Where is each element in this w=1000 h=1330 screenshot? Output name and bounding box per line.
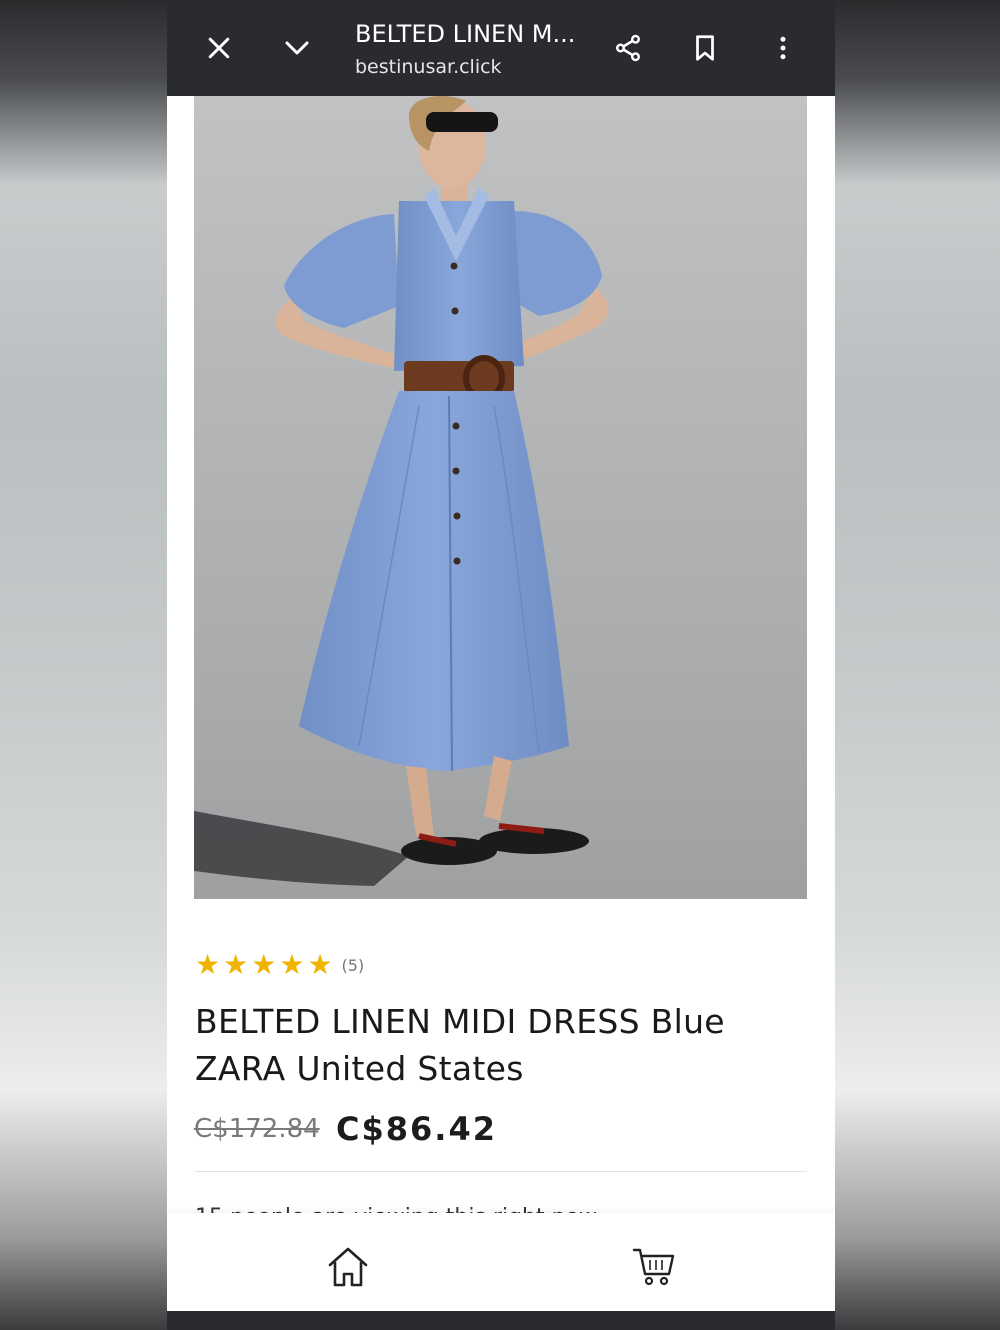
product-title: BELTED LINEN MIDI DRESS Blue ZARA United… (195, 1002, 725, 1088)
viewers-notice: 15 people are viewing this right now (195, 1200, 695, 1214)
divider (195, 1171, 807, 1172)
chevron-down-icon[interactable] (277, 28, 317, 68)
rating-count: (5) (341, 955, 365, 975)
system-nav-bar (167, 1311, 835, 1330)
original-price: C$172.84 (194, 1114, 320, 1144)
cart-icon[interactable] (630, 1243, 678, 1291)
star-icon: ★ (307, 948, 333, 981)
star-icon: ★ (223, 948, 249, 981)
star-icon: ★ (195, 948, 221, 981)
browser-toolbar: BELTED LINEN M... bestinusar.click (167, 0, 835, 96)
phone-screen: BELTED LINEN M... bestinusar.click ★ ★ ★… (167, 0, 835, 1330)
url-domain[interactable]: bestinusar.click (355, 56, 502, 78)
bookmark-icon[interactable] (685, 28, 725, 68)
share-icon[interactable] (608, 28, 648, 68)
star-icon: ★ (279, 948, 305, 981)
more-vert-icon[interactable] (763, 28, 803, 68)
dress-photo-illustration (194, 96, 609, 886)
bottom-nav (167, 1213, 835, 1311)
close-icon[interactable] (199, 28, 239, 68)
product-image[interactable] (194, 96, 807, 899)
rating[interactable]: ★ ★ ★ ★ ★ (5) (195, 950, 364, 980)
star-icon: ★ (251, 948, 277, 981)
sale-price: C$86.42 (336, 1110, 497, 1148)
home-icon[interactable] (324, 1243, 372, 1291)
page-title[interactable]: BELTED LINEN M... (355, 20, 575, 48)
